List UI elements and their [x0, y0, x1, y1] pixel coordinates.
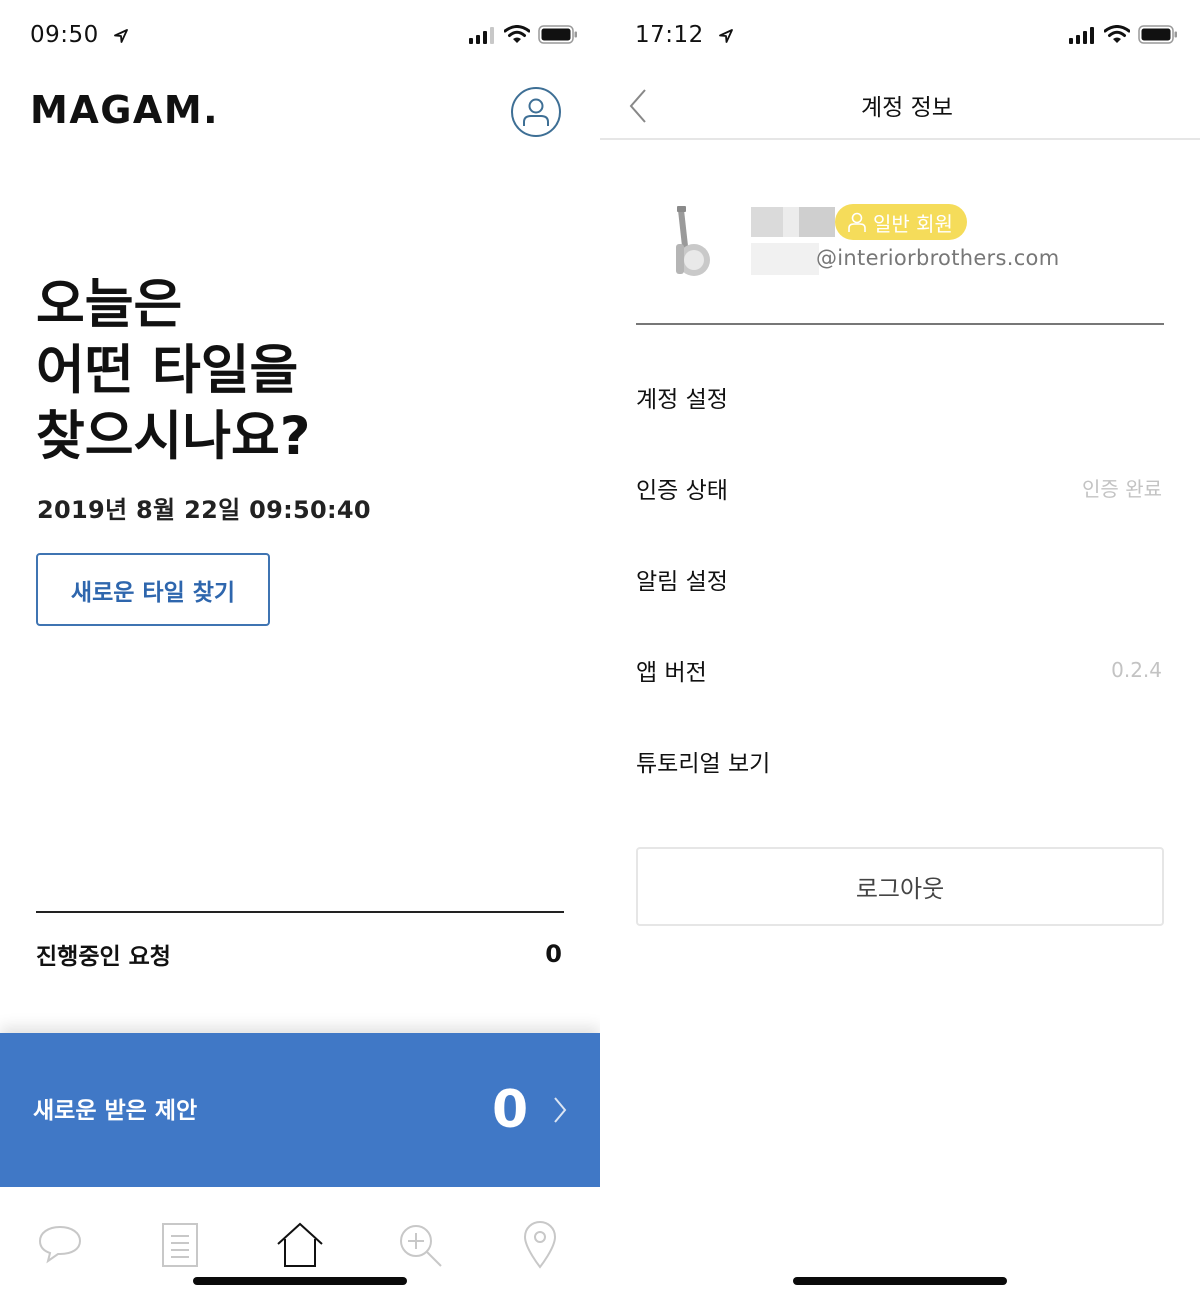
- status-time-text: 09:50: [30, 22, 99, 48]
- status-time: 09:50: [30, 22, 129, 48]
- hero-title: 오늘은 어떤 타일을 찾으시나요?: [36, 272, 556, 470]
- nav-header: 계정 정보: [600, 70, 1200, 140]
- new-offers-label: 새로운 받은 제안: [33, 1098, 198, 1124]
- settings-row-account[interactable]: 계정 설정: [636, 351, 1164, 442]
- search-add-icon: [400, 1225, 442, 1267]
- signal-icon: [1069, 26, 1094, 44]
- settings-label: 튜토리얼 보기: [636, 750, 771, 777]
- user-icon: [848, 212, 866, 232]
- tab-documents[interactable]: [150, 1217, 210, 1273]
- member-badge: 일반 회원: [835, 204, 967, 240]
- divider: [36, 911, 564, 913]
- home-indicator[interactable]: [193, 1277, 407, 1285]
- chevron-right-icon: [554, 1097, 567, 1123]
- profile-button[interactable]: [511, 87, 561, 137]
- status-icons: [1068, 25, 1178, 44]
- tab-bar: [0, 1187, 600, 1299]
- home-screen: 09:50 MAGAM. 오늘은 어떤 타일을 찾으시나요? 2019년 8월 …: [0, 0, 600, 1299]
- logout-button[interactable]: 로그아웃: [636, 847, 1164, 926]
- status-time-text: 17:12: [635, 22, 704, 48]
- app-logo: MAGAM.: [30, 88, 220, 132]
- email-domain: @interiorbrothers.com: [816, 246, 1060, 270]
- home-indicator[interactable]: [793, 1277, 1007, 1285]
- settings-row-tutorial[interactable]: 튜토리얼 보기: [636, 715, 1164, 806]
- chat-bubble-icon: [38, 1225, 82, 1264]
- blurred-user-name: [751, 207, 835, 237]
- ongoing-requests-count: 0: [545, 940, 562, 968]
- location-arrow-icon: [113, 28, 128, 43]
- status-icons: [468, 25, 578, 44]
- status-bar: 09:50: [0, 0, 600, 70]
- app-version-value: 0.2.4: [1111, 657, 1162, 682]
- current-datetime: 2019년 8월 22일 09:50:40: [37, 496, 371, 524]
- verification-status: 인증 완료: [1082, 477, 1162, 501]
- user-icon: [523, 98, 549, 126]
- location-arrow-icon: [718, 28, 733, 43]
- tab-chat[interactable]: [30, 1217, 90, 1273]
- page-title: 계정 정보: [861, 95, 953, 121]
- new-offers-count: 0: [492, 1080, 529, 1140]
- settings-list: 계정 설정 인증 상태 인증 완료 알림 설정 앱 버전 0.2.4 튜토리얼 …: [636, 351, 1164, 806]
- settings-label: 인증 상태: [636, 477, 728, 504]
- find-new-tile-button[interactable]: 새로운 타일 찾기: [36, 553, 270, 626]
- battery-icon: [538, 25, 577, 44]
- wifi-icon: [504, 25, 530, 43]
- hero-title-line: 어떤 타일을: [36, 340, 299, 401]
- status-bar: 17:12: [600, 0, 1200, 70]
- tape-measure-avatar-icon: [676, 206, 710, 276]
- status-time: 17:12: [635, 22, 734, 48]
- tab-location[interactable]: [510, 1217, 570, 1273]
- settings-row-app-version: 앱 버전 0.2.4: [636, 624, 1164, 715]
- profile-section: 일반 회원 @interiorbrothers.com: [636, 195, 1164, 325]
- settings-label: 알림 설정: [636, 568, 728, 595]
- signal-icon: [469, 26, 494, 44]
- member-badge-label: 일반 회원: [873, 211, 953, 236]
- blurred-email-prefix: [751, 243, 819, 275]
- settings-label: 계정 설정: [636, 386, 728, 413]
- location-pin-icon: [523, 1220, 557, 1269]
- wifi-icon: [1104, 25, 1130, 43]
- settings-row-verification[interactable]: 인증 상태 인증 완료: [636, 442, 1164, 533]
- ongoing-requests-row[interactable]: 진행중인 요청 0: [36, 934, 564, 974]
- new-offers-banner[interactable]: 새로운 받은 제안 0: [0, 1033, 600, 1187]
- settings-row-notifications[interactable]: 알림 설정: [636, 533, 1164, 624]
- settings-label: 앱 버전: [636, 659, 707, 686]
- account-info-screen: 17:12 계정 정보 일반 회원 @interiorbrothers.com …: [600, 0, 1200, 1299]
- ongoing-requests-label: 진행중인 요청: [36, 944, 171, 970]
- document-icon: [162, 1223, 198, 1267]
- hero-title-line: 찾으시나요?: [36, 406, 311, 467]
- tab-home[interactable]: [270, 1217, 330, 1273]
- hero-title-line: 오늘은: [36, 274, 183, 335]
- battery-icon: [1138, 25, 1177, 44]
- home-icon: [277, 1222, 323, 1267]
- tab-search[interactable]: [390, 1217, 450, 1273]
